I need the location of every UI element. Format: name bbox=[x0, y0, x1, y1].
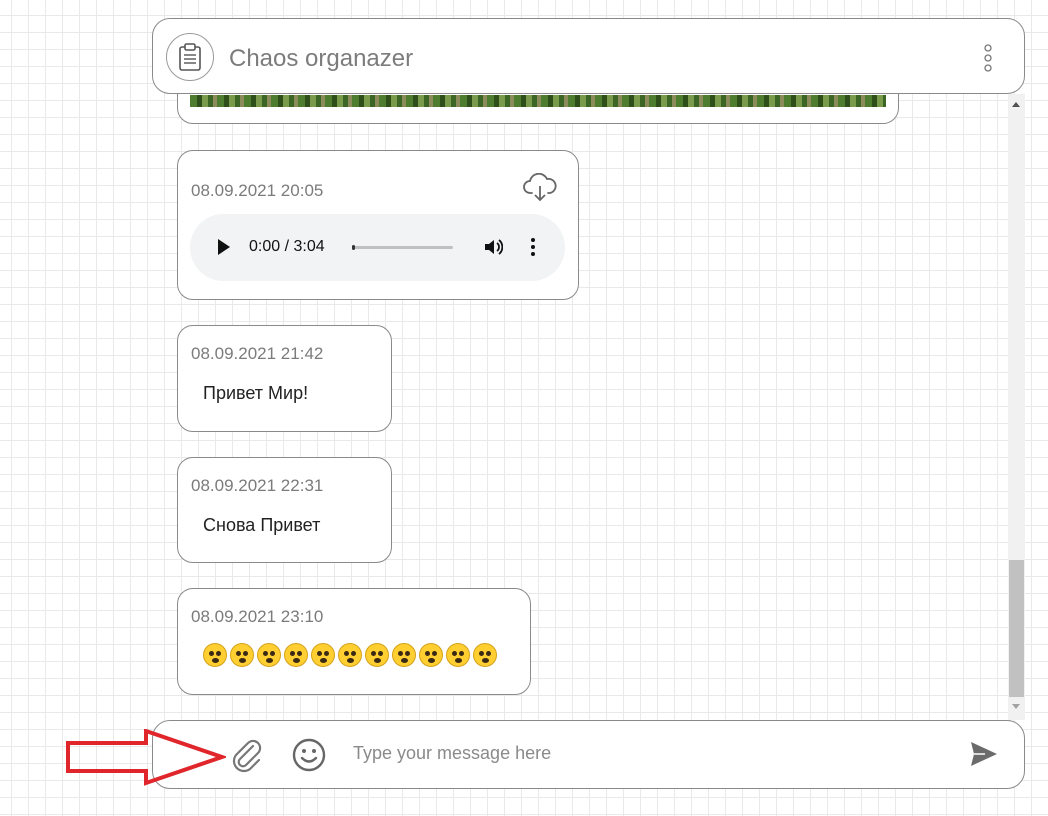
scrollbar-thumb[interactable] bbox=[1009, 560, 1024, 697]
emoji: 😭 bbox=[284, 643, 308, 667]
message-text: Привет Мир! bbox=[203, 383, 309, 403]
scroll-down-arrow-icon[interactable] bbox=[1012, 704, 1020, 709]
text-message: 08.09.2021 22:31 Снова Привет bbox=[177, 457, 392, 563]
audio-progress[interactable] bbox=[352, 245, 453, 250]
audio-player[interactable]: 0:00 / 3:04 bbox=[190, 214, 565, 281]
emoji: 😭 bbox=[392, 643, 416, 667]
emoji-message: 08.09.2021 23:10 😵🙁🙄😭🤢😠😲😭😇😨😨 bbox=[177, 588, 531, 695]
audio-message: 08.09.2021 20:05 0:00 / 3:04 bbox=[177, 150, 579, 300]
smiley-icon[interactable] bbox=[291, 737, 327, 778]
play-icon[interactable] bbox=[218, 239, 230, 255]
message-composer bbox=[152, 720, 1025, 789]
vertical-dots-icon[interactable] bbox=[980, 43, 996, 73]
scrollbar[interactable] bbox=[1008, 94, 1025, 720]
volume-icon[interactable] bbox=[483, 237, 504, 262]
message-date: 08.09.2021 22:31 bbox=[191, 476, 324, 495]
audio-progress-fill bbox=[352, 245, 355, 250]
message-image bbox=[190, 95, 886, 107]
emoji-row: 😵🙁🙄😭🤢😠😲😭😇😨😨 bbox=[203, 643, 497, 667]
app-title: Chaos organazer bbox=[229, 45, 414, 72]
emoji: 😠 bbox=[338, 643, 362, 667]
message-list[interactable]: 08.09.2021 20:05 0:00 / 3:04 08.09.2021 … bbox=[155, 94, 1025, 720]
emoji: 😇 bbox=[419, 643, 443, 667]
message-date: 08.09.2021 20:05 bbox=[191, 181, 324, 200]
image-message[interactable] bbox=[177, 94, 899, 124]
emoji: 😨 bbox=[446, 643, 470, 667]
red-annotation-arrow bbox=[66, 728, 229, 792]
cloud-download-icon[interactable] bbox=[523, 172, 557, 208]
emoji: 😵 bbox=[203, 643, 227, 667]
emoji: 🙄 bbox=[257, 643, 281, 667]
paperclip-icon[interactable] bbox=[229, 737, 265, 778]
audio-menu-icon[interactable] bbox=[530, 237, 536, 262]
text-message: 08.09.2021 21:42 Привет Мир! bbox=[177, 325, 392, 432]
emoji: 😲 bbox=[365, 643, 389, 667]
message-date: 08.09.2021 23:10 bbox=[191, 607, 324, 626]
send-icon[interactable] bbox=[969, 740, 999, 773]
chat-header: Chaos organazer bbox=[152, 18, 1025, 94]
emoji: 🙁 bbox=[230, 643, 254, 667]
message-input[interactable] bbox=[351, 738, 935, 768]
emoji: 🤢 bbox=[311, 643, 335, 667]
audio-time: 0:00 / 3:04 bbox=[249, 238, 325, 255]
message-text: Снова Привет bbox=[203, 515, 321, 535]
clipboard-icon[interactable] bbox=[166, 33, 214, 81]
message-date: 08.09.2021 21:42 bbox=[191, 344, 324, 363]
emoji: 😨 bbox=[473, 643, 497, 667]
scroll-up-arrow-icon[interactable] bbox=[1012, 102, 1020, 107]
